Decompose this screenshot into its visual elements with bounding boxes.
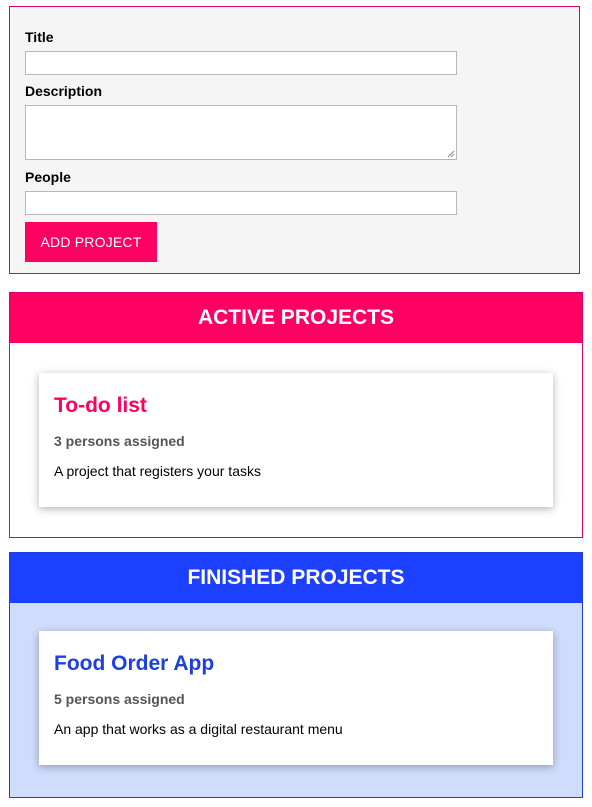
new-project-form: Title Description People ADD PROJECT	[9, 6, 580, 274]
resize-grip-icon[interactable]	[447, 150, 455, 158]
assigned-count: 3 persons assigned	[54, 433, 185, 449]
project-description: A project that registers your tasks	[54, 463, 261, 479]
finished-projects-section: FINISHED PROJECTS Food Order App 5 perso…	[9, 552, 583, 798]
project-title: To-do list	[54, 394, 147, 417]
active-projects-heading: ACTIVE PROJECTS	[10, 293, 582, 343]
people-label: People	[25, 169, 71, 185]
add-project-button[interactable]: ADD PROJECT	[25, 222, 157, 262]
finished-projects-heading: FINISHED PROJECTS	[10, 553, 582, 603]
project-title: Food Order App	[54, 652, 215, 675]
title-input[interactable]	[25, 51, 457, 75]
description-label: Description	[25, 83, 103, 99]
title-label: Title	[25, 29, 54, 45]
project-description: An app that works as a digital restauran…	[54, 721, 343, 737]
people-input[interactable]	[25, 191, 457, 215]
active-projects-section: ACTIVE PROJECTS To-do list 3 persons ass…	[9, 292, 583, 538]
description-textarea[interactable]	[25, 105, 457, 160]
project-card[interactable]: To-do list 3 persons assigned A project …	[39, 373, 553, 507]
assigned-count: 5 persons assigned	[54, 691, 185, 707]
project-card[interactable]: Food Order App 5 persons assigned An app…	[39, 631, 553, 765]
